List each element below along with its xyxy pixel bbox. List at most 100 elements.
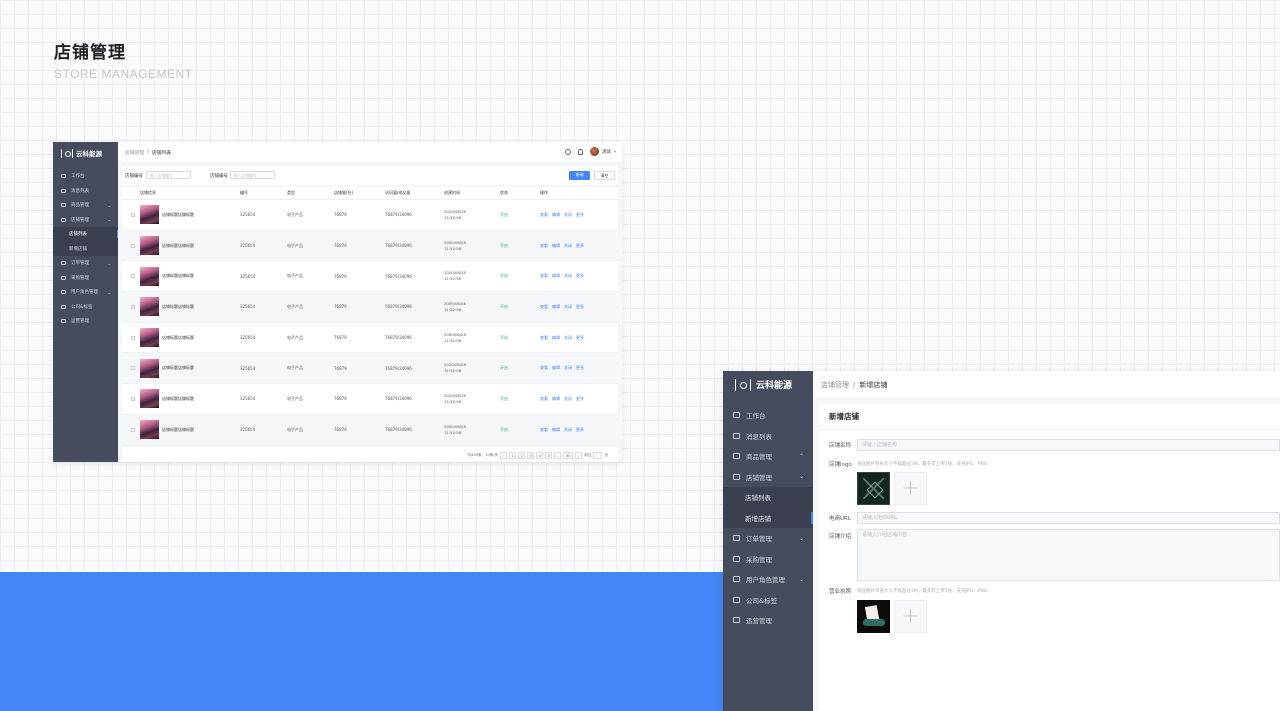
- logo-image-thumbnail[interactable]: [857, 472, 890, 505]
- store-name-input[interactable]: 输入店铺编号: [230, 171, 275, 179]
- sidebar-item-orders[interactable]: 订单管理 ⌄: [723, 528, 813, 549]
- more-link[interactable]: 更多: [576, 212, 584, 218]
- sidebar-item-label: 运营管理: [71, 319, 89, 325]
- store-name-input[interactable]: 请输入店铺名称: [857, 439, 1280, 451]
- close-link[interactable]: 关闭: [564, 243, 572, 249]
- view-link[interactable]: 查看: [540, 243, 548, 249]
- page-button[interactable]: 50: [563, 452, 574, 459]
- row-checkbox[interactable]: [131, 304, 135, 309]
- user-menu[interactable]: 测试 ▾: [589, 147, 616, 156]
- add-store-window: 云科能源 工作台 消息列表 商品管理 ⌃ 店铺管理 ⌄ 店铺列表 新增店铺 订单管理…: [723, 371, 1280, 711]
- sidebar-item-store-list[interactable]: 店铺列表: [723, 487, 813, 508]
- sidebar-item-products[interactable]: 商品管理 ⌄: [53, 198, 118, 213]
- edit-link[interactable]: 编辑: [552, 304, 560, 310]
- view-link[interactable]: 查看: [540, 273, 548, 279]
- breadcrumb-root[interactable]: 店铺管理: [125, 149, 144, 156]
- sidebar-item-user-roles[interactable]: 用户角色管理 ⌄: [53, 285, 118, 300]
- table-header: 店铺信息 编号 类型 店铺量(台) 访问量/成交量 创建时间 状态 操作: [122, 187, 618, 200]
- row-checkbox[interactable]: [131, 335, 135, 340]
- sidebar-item-company-tags[interactable]: 公司&标签: [53, 300, 118, 315]
- view-link[interactable]: 查看: [540, 427, 548, 433]
- sidebar-item-add-store[interactable]: 新增店铺: [723, 507, 813, 528]
- bell-icon[interactable]: [577, 148, 583, 155]
- store-no-input[interactable]: 输入店铺编号: [146, 171, 191, 179]
- more-link[interactable]: 更多: [576, 335, 584, 341]
- row-actions: 查看 编辑 关闭 更多: [540, 243, 618, 249]
- more-link[interactable]: 更多: [576, 273, 584, 279]
- more-link[interactable]: 更多: [576, 365, 584, 371]
- row-checkbox[interactable]: [131, 243, 135, 248]
- store-number: 325654: [240, 243, 256, 249]
- edit-link[interactable]: 编辑: [552, 335, 560, 341]
- page-button[interactable]: 4: [536, 452, 544, 459]
- goto-page-input[interactable]: [593, 452, 603, 459]
- box-icon: [61, 203, 66, 208]
- edit-link[interactable]: 编辑: [552, 273, 560, 279]
- row-checkbox[interactable]: [131, 366, 135, 371]
- sidebar-item-company-tags[interactable]: 公司&标签: [723, 590, 813, 611]
- sidebar-item-operations[interactable]: 运营管理: [53, 314, 118, 329]
- sidebar-item-stores[interactable]: 店铺管理 ⌄: [53, 213, 118, 228]
- edit-link[interactable]: 编辑: [552, 427, 560, 433]
- next-page-button[interactable]: ›: [575, 452, 583, 459]
- clear-button[interactable]: 清空: [594, 171, 615, 180]
- status-badge: 开启: [500, 211, 508, 217]
- view-link[interactable]: 查看: [540, 365, 548, 371]
- sidebar-item-messages[interactable]: 消息列表: [723, 426, 813, 447]
- more-link[interactable]: 更多: [576, 396, 584, 402]
- view-link[interactable]: 查看: [540, 304, 548, 310]
- breadcrumb-root[interactable]: 店铺管理: [821, 380, 849, 390]
- app-logo[interactable]: 云科能源: [723, 371, 813, 398]
- query-button[interactable]: 查询: [569, 171, 590, 180]
- close-link[interactable]: 关闭: [564, 365, 572, 371]
- sidebar-item-stores[interactable]: 店铺管理 ⌄: [723, 467, 813, 488]
- sidebar-item-purchase[interactable]: 采购管理: [53, 271, 118, 286]
- view-link[interactable]: 查看: [540, 212, 548, 218]
- grid-icon: [61, 319, 66, 324]
- edit-link[interactable]: 编辑: [552, 365, 560, 371]
- sidebar-item-workbench[interactable]: 工作台: [53, 169, 118, 184]
- url-input[interactable]: 请输入电商URL: [857, 512, 1280, 524]
- close-link[interactable]: 关闭: [564, 273, 572, 279]
- store-logo-label: 店铺logo: [829, 462, 852, 468]
- close-link[interactable]: 关闭: [564, 304, 572, 310]
- search-icon[interactable]: [564, 148, 571, 155]
- close-link[interactable]: 关闭: [564, 396, 572, 402]
- more-link[interactable]: 更多: [576, 243, 584, 249]
- prev-page-button[interactable]: ‹: [500, 452, 508, 459]
- more-link[interactable]: 更多: [576, 304, 584, 310]
- logo-icon: [735, 378, 751, 391]
- page-button[interactable]: 1: [509, 452, 517, 459]
- add-license-button[interactable]: +: [894, 600, 927, 633]
- view-link[interactable]: 查看: [540, 396, 548, 402]
- view-link[interactable]: 查看: [540, 335, 548, 341]
- sidebar-item-purchase[interactable]: 采购管理: [723, 549, 813, 570]
- row-checkbox[interactable]: [131, 274, 135, 279]
- close-link[interactable]: 关闭: [564, 427, 572, 433]
- close-link[interactable]: 关闭: [564, 212, 572, 218]
- edit-link[interactable]: 编辑: [552, 396, 560, 402]
- intro-textarea[interactable]: 请输入介绍店铺内容: [857, 529, 1280, 581]
- sidebar-item-orders[interactable]: 订单管理 ⌄: [53, 256, 118, 271]
- sidebar-item-operations[interactable]: 运营管理: [723, 610, 813, 631]
- breadcrumb-current: 店铺列表: [151, 150, 172, 156]
- row-checkbox[interactable]: [131, 212, 135, 217]
- page-button[interactable]: 3: [527, 452, 535, 459]
- edit-link[interactable]: 编辑: [552, 212, 560, 218]
- sidebar-item-add-store[interactable]: 新增店铺: [53, 241, 118, 256]
- edit-link[interactable]: 编辑: [552, 243, 560, 249]
- sidebar-item-store-list[interactable]: 店铺列表: [53, 227, 118, 242]
- row-checkbox[interactable]: [131, 396, 135, 401]
- page-button[interactable]: 5: [545, 452, 553, 459]
- row-checkbox[interactable]: [131, 427, 135, 432]
- app-logo[interactable]: 云科能源: [53, 143, 118, 163]
- sidebar-item-products[interactable]: 商品管理 ⌃: [723, 446, 813, 467]
- add-logo-button[interactable]: +: [894, 472, 927, 505]
- page-button[interactable]: 2: [518, 452, 526, 459]
- sidebar-item-messages[interactable]: 消息列表: [53, 184, 118, 199]
- sidebar-item-user-roles[interactable]: 用户角色管理 ⌄: [723, 569, 813, 590]
- sidebar-item-workbench[interactable]: 工作台: [723, 405, 813, 426]
- license-image-thumbnail[interactable]: [857, 600, 890, 633]
- more-link[interactable]: 更多: [576, 427, 584, 433]
- close-link[interactable]: 关闭: [564, 335, 572, 341]
